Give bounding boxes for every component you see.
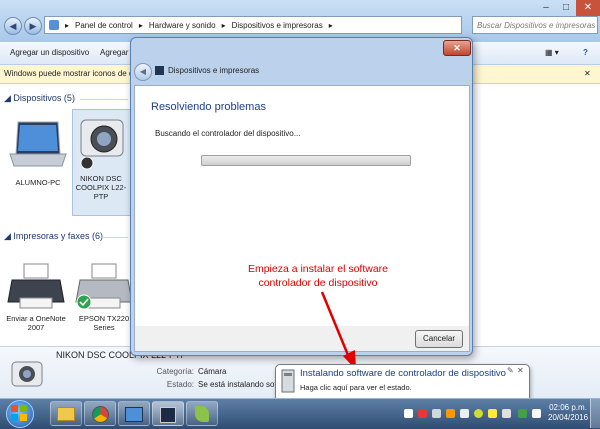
dialog-title: Dispositivos e impresoras (168, 66, 260, 75)
taskbar-chrome-button[interactable] (84, 401, 116, 426)
tray-app-icon[interactable] (446, 409, 455, 418)
clock-date: 20/04/2016 (548, 413, 589, 422)
printers-section-label: Impresoras y faxes (6) (13, 231, 103, 241)
collapse-icon: ◢ (4, 231, 14, 241)
device-camera[interactable]: NIKON DSC COOLPIX L22-PTP (72, 109, 132, 216)
driver-install-icon (281, 369, 295, 393)
collapse-icon: ◢ (4, 93, 14, 103)
devices-printers-icon (155, 66, 164, 75)
printers-section-header[interactable]: ◢ Impresoras y faxes (6) (4, 231, 103, 242)
tray-volume-icon[interactable] (460, 409, 469, 418)
control-panel-icon (125, 407, 143, 422)
folder-icon (57, 407, 75, 421)
app-icon (195, 406, 209, 422)
tray-clock[interactable]: 02:06 p.m. 20/04/2016 (548, 403, 588, 423)
laptop-icon (9, 121, 67, 167)
minimize-button[interactable]: – (536, 0, 556, 16)
balloon-options-icon[interactable]: ✎ (507, 366, 514, 375)
printer-icon (75, 263, 133, 310)
breadcrumb-item-devices[interactable]: Dispositivos e impresoras (232, 21, 323, 30)
taskbar-devices-button[interactable] (152, 401, 184, 426)
search-input[interactable]: Buscar Dispositivos e impresoras (472, 16, 598, 34)
dialog-heading: Resolviendo problemas (151, 101, 266, 113)
taskbar-explorer-button[interactable] (50, 401, 82, 426)
breadcrumb-item-control-panel[interactable]: Panel de control (75, 21, 133, 30)
details-category-label: Categoría: (156, 367, 194, 376)
balloon-title: Instalando software de controlador de di… (300, 368, 506, 379)
annotation-line-1: Empieza a instalar el software (247, 263, 389, 275)
printer-label: EPSON TX220 Series (78, 314, 130, 332)
help-icon[interactable]: ? (583, 42, 588, 64)
dialog-close-button[interactable]: ✕ (443, 40, 471, 56)
devices-section-label: Dispositivos (5) (13, 93, 75, 103)
breadcrumb-separator: ▸ (328, 20, 333, 30)
chrome-icon (91, 406, 109, 423)
show-desktop-button[interactable] (590, 399, 600, 428)
tray-update-icon[interactable] (474, 409, 483, 418)
info-bar-text: Windows puede mostrar iconos de disp (4, 69, 144, 78)
tray-network-icon[interactable] (432, 409, 441, 418)
breadcrumb-separator: ▸ (138, 20, 143, 30)
printer-epson[interactable]: EPSON TX220 Series (72, 262, 136, 340)
printer-onenote[interactable]: Enviar a OneNote 2007 (4, 262, 68, 340)
tray-device-icon[interactable] (502, 409, 511, 418)
breadcrumb-item-hardware[interactable]: Hardware y sonido (149, 21, 216, 30)
taskbar-app-button[interactable] (186, 401, 218, 426)
tray-antivirus-icon[interactable] (418, 409, 427, 418)
dialog-body (134, 85, 470, 327)
annotation-line-2: controlador de dispositivo (258, 277, 378, 289)
windows-logo-icon (11, 405, 27, 421)
clock-time: 02:06 p.m. (549, 403, 587, 412)
details-category-value: Cámara (198, 367, 227, 376)
camera-icon (80, 119, 124, 170)
device-computer[interactable]: ALUMNO-PC (6, 116, 70, 196)
tray-driver-icon[interactable] (518, 409, 527, 418)
forward-button[interactable]: ▶ (24, 17, 42, 35)
device-label: NIKON DSC COOLPIX L22-PTP (75, 174, 127, 201)
printer-icon (7, 263, 65, 309)
cancel-button[interactable]: Cancelar (415, 330, 463, 348)
control-panel-icon (49, 20, 59, 30)
annotation-arrow-icon (320, 291, 356, 370)
section-divider (80, 99, 128, 100)
camera-icon (11, 361, 43, 387)
dialog-message: Buscando el controlador del dispositivo.… (155, 129, 301, 138)
address-bar[interactable]: ▸ Panel de control ▸ Hardware y sonido ▸… (44, 16, 462, 34)
tray-action-icon[interactable] (532, 409, 541, 418)
dialog-back-button[interactable]: ◀ (134, 63, 152, 81)
device-label: ALUMNO-PC (15, 178, 61, 187)
tray-flag-icon[interactable] (404, 409, 413, 418)
close-icon[interactable]: ✕ (584, 65, 591, 83)
details-status-label: Estado: (166, 380, 194, 389)
close-button[interactable]: ✕ (576, 0, 600, 16)
devices-printers-icon (160, 407, 176, 423)
balloon-subtitle: Haga clic aquí para ver el estado. (300, 383, 412, 392)
maximize-button[interactable]: □ (556, 0, 576, 16)
taskbar-control-panel-button[interactable] (118, 401, 150, 426)
view-options-icon[interactable]: ▦ ▾ (545, 42, 559, 64)
back-button[interactable]: ◀ (4, 17, 22, 35)
progress-bar (201, 155, 411, 166)
devices-section-header[interactable]: ◢ Dispositivos (5) (4, 93, 75, 104)
section-divider (100, 237, 128, 238)
balloon-close-icon[interactable]: ✕ (517, 366, 524, 375)
add-device-button[interactable]: Agregar un dispositivo (10, 42, 89, 64)
breadcrumb-separator: ▸ (65, 20, 70, 30)
breadcrumb-separator: ▸ (221, 20, 226, 30)
tray-power-icon[interactable] (488, 409, 497, 418)
printer-label: Enviar a OneNote 2007 (6, 314, 66, 332)
annotation-text: Empieza a instalar el software controlad… (232, 262, 404, 290)
